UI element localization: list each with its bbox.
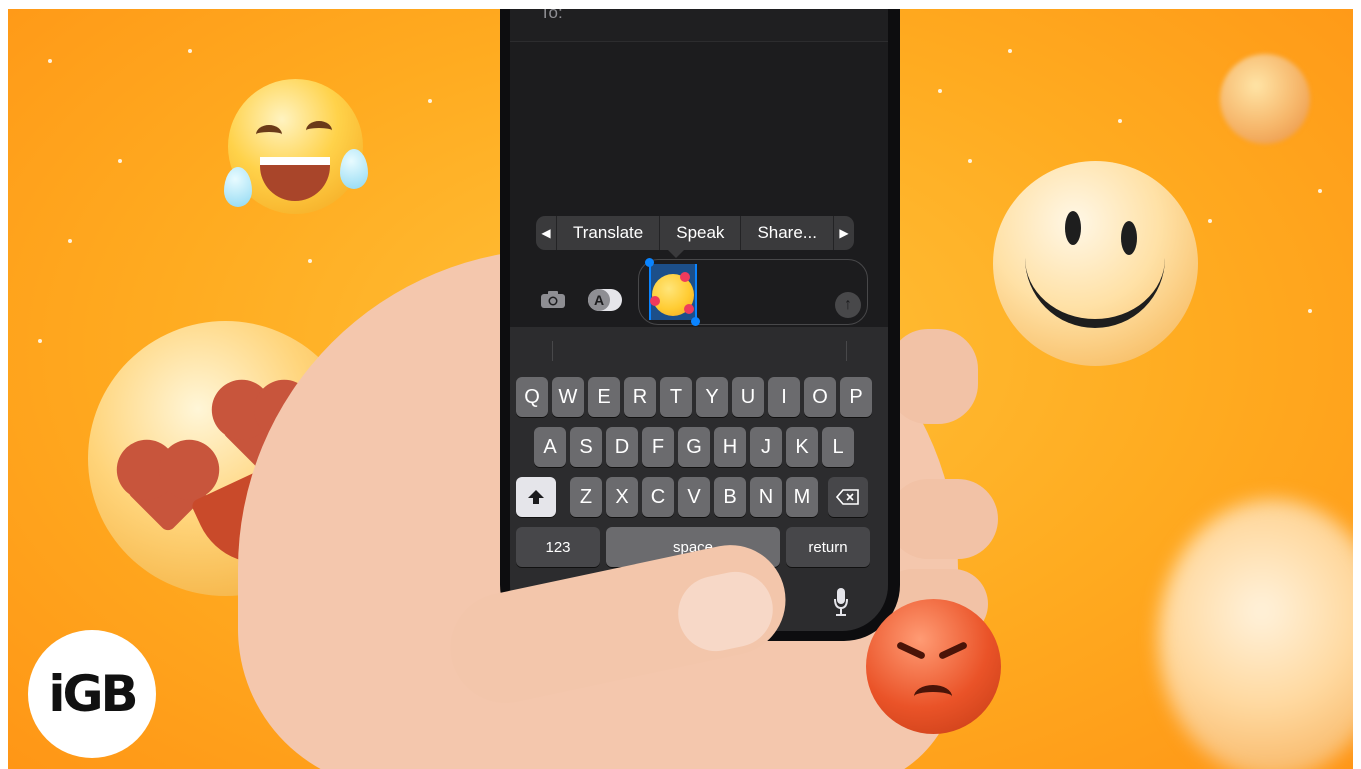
shift-icon — [528, 490, 544, 504]
phone-screen: To: ◀ Translate Speak Share... ▶ A ↑ Q W… — [510, 9, 888, 631]
numbers-key[interactable]: 123 — [516, 527, 600, 567]
key-k[interactable]: K — [786, 427, 818, 467]
angry-emoji — [866, 599, 1001, 734]
context-menu: ◀ Translate Speak Share... ▶ — [536, 216, 854, 258]
recipient-area[interactable]: To: — [510, 9, 888, 42]
laughing-emoji — [224, 79, 368, 214]
star-eyes-emoji — [1220, 54, 1310, 144]
finger — [888, 479, 998, 559]
key-i[interactable]: I — [768, 377, 800, 417]
blurred-emoji — [1158, 499, 1353, 769]
key-w[interactable]: W — [552, 377, 584, 417]
finger — [888, 329, 978, 424]
key-n[interactable]: N — [750, 477, 782, 517]
key-v[interactable]: V — [678, 477, 710, 517]
key-j[interactable]: J — [750, 427, 782, 467]
menu-item-speak[interactable]: Speak — [659, 216, 740, 250]
to-label: To: — [540, 9, 563, 22]
key-x[interactable]: X — [606, 477, 638, 517]
sparkle — [1318, 189, 1322, 193]
shift-key[interactable] — [516, 477, 556, 517]
sparkle — [428, 99, 432, 103]
text-selection[interactable] — [645, 258, 700, 326]
key-e[interactable]: E — [588, 377, 620, 417]
microphone-icon[interactable] — [834, 587, 848, 617]
return-key[interactable]: return — [786, 527, 870, 567]
key-q[interactable]: Q — [516, 377, 548, 417]
key-m[interactable]: M — [786, 477, 818, 517]
sparkle — [118, 159, 122, 163]
key-u[interactable]: U — [732, 377, 764, 417]
key-row-2: A S D F G H J K L — [510, 427, 888, 467]
menu-item-translate[interactable]: Translate — [556, 216, 659, 250]
key-f[interactable]: F — [642, 427, 674, 467]
menu-prev-arrow[interactable]: ◀ — [536, 216, 556, 250]
menu-item-share[interactable]: Share... — [740, 216, 833, 250]
sparkle — [1208, 219, 1212, 223]
key-row-3: Z X C V B N M — [510, 477, 888, 517]
key-p[interactable]: P — [840, 377, 872, 417]
delete-icon — [836, 489, 859, 505]
selection-start-handle[interactable] — [649, 264, 651, 320]
key-l[interactable]: L — [822, 427, 854, 467]
sparkle — [188, 49, 192, 53]
key-y[interactable]: Y — [696, 377, 728, 417]
sparkle — [938, 89, 942, 93]
delete-key[interactable] — [828, 477, 868, 517]
key-h[interactable]: H — [714, 427, 746, 467]
key-b[interactable]: B — [714, 477, 746, 517]
sparkle — [968, 159, 972, 163]
selection-end-handle[interactable] — [695, 264, 697, 320]
menu-next-arrow[interactable]: ▶ — [832, 216, 854, 250]
key-z[interactable]: Z — [570, 477, 602, 517]
smiling-emoji — [993, 161, 1198, 366]
sparkle — [308, 259, 312, 263]
app-store-icon[interactable]: A — [588, 289, 622, 311]
phone: To: ◀ Translate Speak Share... ▶ A ↑ Q W… — [500, 9, 900, 641]
key-o[interactable]: O — [804, 377, 836, 417]
camera-icon[interactable] — [540, 291, 566, 309]
smiling-hearts-emoji — [650, 272, 694, 316]
sparkle — [1118, 119, 1122, 123]
sparkle — [1008, 49, 1012, 53]
key-d[interactable]: D — [606, 427, 638, 467]
igb-logo: iGB — [28, 630, 156, 758]
logo-text: iGB — [48, 665, 138, 723]
key-row-1: Q W E R T Y U I O P — [510, 377, 888, 417]
key-a[interactable]: A — [534, 427, 566, 467]
compose-bar: A ↑ — [510, 255, 888, 327]
sparkle — [48, 59, 52, 63]
key-r[interactable]: R — [624, 377, 656, 417]
message-input[interactable]: ↑ — [638, 258, 868, 326]
key-t[interactable]: T — [660, 377, 692, 417]
selection-start-knob[interactable] — [645, 258, 654, 267]
hero-background: To: ◀ Translate Speak Share... ▶ A ↑ Q W… — [8, 9, 1353, 769]
key-g[interactable]: G — [678, 427, 710, 467]
sparkle — [68, 239, 72, 243]
sparkle — [1308, 309, 1312, 313]
predictive-bar — [510, 327, 888, 371]
send-arrow-icon[interactable]: ↑ — [835, 292, 861, 318]
selection-end-knob[interactable] — [691, 317, 700, 326]
key-c[interactable]: C — [642, 477, 674, 517]
key-s[interactable]: S — [570, 427, 602, 467]
sparkle — [38, 339, 42, 343]
